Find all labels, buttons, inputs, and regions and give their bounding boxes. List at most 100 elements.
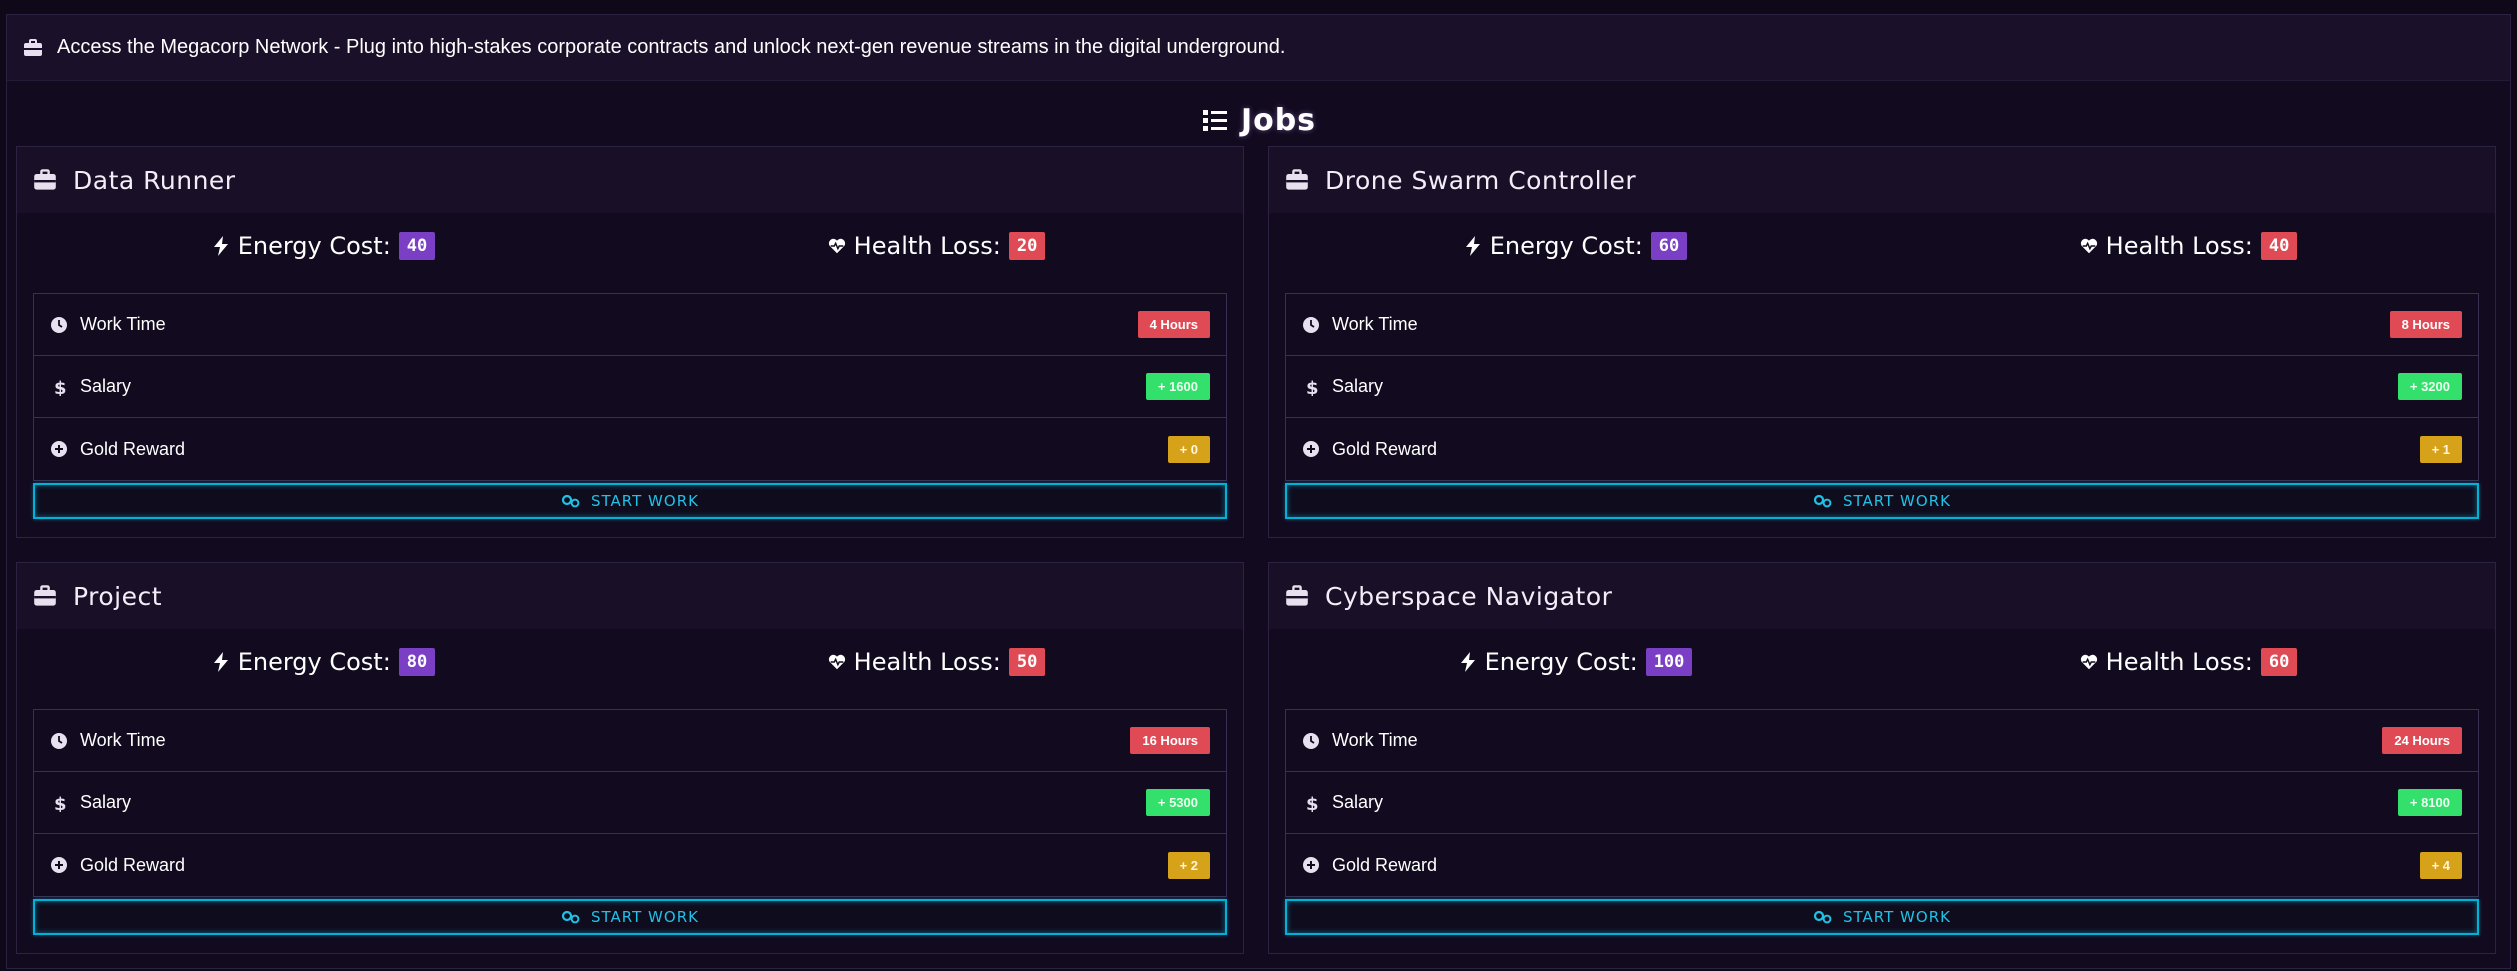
heart-pulse-icon [828, 654, 845, 670]
job-card: Drone Swarm Controller Energy Cost: 60 H… [1268, 146, 2496, 538]
work-time-label: Work Time [80, 730, 166, 750]
salary-label: Salary [1332, 792, 1384, 812]
info-banner: Access the Megacorp Network - Plug into … [7, 15, 2510, 81]
start-work-button[interactable]: START WORK [33, 483, 1227, 519]
svg-text:$: $ [54, 794, 67, 812]
job-details-list: Work Time 16 Hours $ Salary + 5300 Gold … [33, 709, 1227, 897]
energy-cost-label: Energy Cost: [237, 648, 391, 676]
health-loss-value: 60 [2260, 648, 2298, 676]
job-title: Cyberspace Navigator [1325, 581, 1613, 611]
energy-cost-value: 100 [1645, 648, 1693, 676]
briefcase-icon [24, 38, 42, 56]
gold-reward-label: Gold Reward [1332, 854, 1438, 875]
energy-cost-stat: Energy Cost: 100 [1269, 648, 1882, 676]
briefcase-icon [34, 585, 56, 606]
health-loss-value: 40 [2260, 232, 2298, 260]
work-time-badge: 24 Hours [2382, 727, 2462, 754]
energy-cost-stat: Energy Cost: 40 [17, 232, 630, 260]
gold-reward-row: Gold Reward + 1 [1286, 418, 2478, 480]
work-time-row: Work Time 8 Hours [1286, 294, 2478, 356]
start-work-label: START WORK [591, 492, 699, 510]
energy-cost-value: 40 [398, 232, 436, 260]
gears-icon [1813, 910, 1832, 924]
gears-icon [561, 910, 580, 924]
salary-label: Salary [1332, 376, 1384, 396]
gears-icon [1813, 494, 1832, 508]
gold-reward-label: Gold Reward [80, 438, 186, 459]
jobs-grid: Data Runner Energy Cost: 40 Health Loss:… [16, 146, 2502, 954]
heart-pulse-icon [828, 238, 845, 254]
salary-label: Salary [80, 376, 132, 396]
work-time-row: Work Time 16 Hours [34, 710, 1226, 772]
plus-circle-icon [51, 441, 67, 457]
energy-cost-label: Energy Cost: [1484, 648, 1638, 676]
salary-row: $ Salary + 8100 [1286, 772, 2478, 834]
job-title: Project [73, 581, 163, 611]
svg-text:$: $ [1306, 794, 1319, 812]
job-card-header: Drone Swarm Controller [1269, 147, 2495, 213]
salary-badge: + 5300 [1145, 789, 1210, 816]
bolt-icon [1460, 652, 1475, 672]
salary-row: $ Salary + 1600 [34, 356, 1226, 418]
start-work-label: START WORK [1843, 492, 1951, 510]
job-stats: Energy Cost: 100 Health Loss: 60 [1269, 629, 2495, 695]
job-details-list: Work Time 4 Hours $ Salary + 1600 Gold R… [33, 293, 1227, 481]
start-work-button[interactable]: START WORK [33, 899, 1227, 935]
dollar-icon: $ [1306, 378, 1319, 396]
salary-badge: + 8100 [2397, 789, 2462, 816]
work-time-badge: 8 Hours [2389, 311, 2462, 338]
dollar-icon: $ [1306, 794, 1319, 812]
bolt-icon [1465, 236, 1480, 256]
heart-pulse-icon [2080, 654, 2097, 670]
work-time-label: Work Time [1332, 730, 1418, 750]
job-card: Data Runner Energy Cost: 40 Health Loss:… [16, 146, 1244, 538]
energy-cost-value: 60 [1650, 232, 1688, 260]
health-loss-label: Health Loss: [2105, 648, 2253, 676]
plus-circle-icon [51, 857, 67, 873]
job-stats: Energy Cost: 80 Health Loss: 50 [17, 629, 1243, 695]
gold-reward-row: Gold Reward + 0 [34, 418, 1226, 480]
health-loss-value: 20 [1008, 232, 1046, 260]
health-loss-stat: Health Loss: 20 [630, 232, 1243, 260]
gold-reward-label: Gold Reward [1332, 438, 1438, 459]
health-loss-stat: Health Loss: 60 [1882, 648, 2495, 676]
job-card: Cyberspace Navigator Energy Cost: 100 He… [1268, 562, 2496, 954]
gold-reward-row: Gold Reward + 2 [34, 834, 1226, 896]
work-time-label: Work Time [80, 314, 166, 334]
bolt-icon [213, 236, 228, 256]
dollar-icon: $ [54, 378, 67, 396]
job-details-list: Work Time 8 Hours $ Salary + 3200 Gold R… [1285, 293, 2479, 481]
page-title-text: Jobs [1240, 102, 1317, 138]
work-time-badge: 4 Hours [1137, 311, 1210, 338]
gold-reward-badge: + 2 [1167, 851, 1210, 879]
svg-text:$: $ [54, 378, 67, 396]
briefcase-icon [1286, 169, 1308, 190]
clock-icon [51, 732, 67, 749]
job-details-list: Work Time 24 Hours $ Salary + 8100 Gold … [1285, 709, 2479, 897]
work-time-badge: 16 Hours [1130, 727, 1210, 754]
health-loss-label: Health Loss: [853, 232, 1001, 260]
banner-text: Access the Megacorp Network - Plug into … [57, 36, 1286, 58]
gold-reward-badge: + 4 [2419, 851, 2462, 879]
salary-badge: + 3200 [2397, 373, 2462, 400]
list-icon [1202, 110, 1227, 131]
briefcase-icon [1286, 585, 1308, 606]
start-work-label: START WORK [591, 908, 699, 926]
work-time-row: Work Time 4 Hours [34, 294, 1226, 356]
job-stats: Energy Cost: 40 Health Loss: 20 [17, 213, 1243, 279]
clock-icon [1303, 316, 1319, 333]
clock-icon [51, 316, 67, 333]
briefcase-icon [34, 169, 56, 190]
bolt-icon [213, 652, 228, 672]
clock-icon [1303, 732, 1319, 749]
job-card-header: Data Runner [17, 147, 1243, 213]
salary-row: $ Salary + 3200 [1286, 356, 2478, 418]
gold-reward-row: Gold Reward + 4 [1286, 834, 2478, 896]
start-work-button[interactable]: START WORK [1285, 899, 2479, 935]
job-stats: Energy Cost: 60 Health Loss: 40 [1269, 213, 2495, 279]
energy-cost-label: Energy Cost: [1489, 232, 1643, 260]
svg-text:$: $ [1306, 378, 1319, 396]
work-time-row: Work Time 24 Hours [1286, 710, 2478, 772]
start-work-button[interactable]: START WORK [1285, 483, 2479, 519]
energy-cost-stat: Energy Cost: 80 [17, 648, 630, 676]
